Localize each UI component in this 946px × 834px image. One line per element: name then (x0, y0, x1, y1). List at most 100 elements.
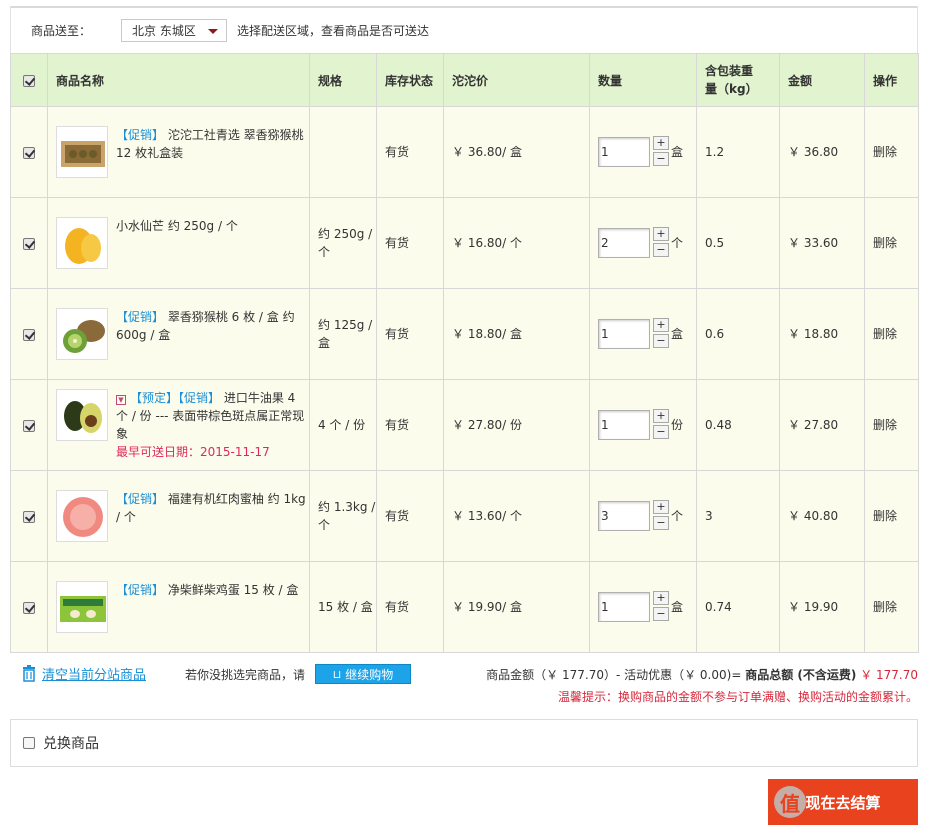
quantity-input[interactable]: 3 (598, 501, 650, 531)
qty-cell: 3 + − 个 (589, 470, 697, 562)
qty-unit: 个 (671, 236, 684, 250)
promo-tag: 【促销】 (116, 128, 165, 142)
price-cell: ￥ 27.80/ 份 (443, 379, 590, 471)
product-cell: ▼ 【预定】【促销】 进口牛油果 4 个 / 份 --- 表面带棕色斑点属正常现象… (47, 379, 310, 471)
quantity-input[interactable]: 2 (598, 228, 650, 258)
qty-decrease-button[interactable]: − (653, 334, 669, 348)
table-row: 【促销】 沱沱工社青选 翠香猕猴桃 12 枚礼盒装 有货 ￥ 36.80/ 盒 1 + −… (10, 106, 919, 198)
spec-cell: 4 个 / 份 (309, 379, 377, 471)
row-checkbox[interactable] (23, 328, 35, 341)
qty-decrease-button[interactable]: − (653, 516, 669, 530)
kiwi-icon[interactable] (56, 308, 108, 360)
row-check-cell (10, 106, 48, 198)
cart-footer: 清空当前分站商品 若你没挑选完商品，请 ⊔ 继续购物 商品金额（￥ 177.70… (10, 660, 918, 704)
qty-decrease-button[interactable]: − (653, 152, 669, 166)
qty-decrease-button[interactable]: − (653, 425, 669, 439)
dropdown-toggle-icon[interactable]: ▼ (116, 395, 126, 405)
product-name[interactable]: 【促销】 翠香猕猴桃 6 枚 / 盒 约 600g / 盒 (116, 308, 309, 344)
amount-cell: ￥ 18.80 (779, 288, 865, 380)
continue-shopping-label: 继续购物 (345, 667, 394, 682)
avocado-icon[interactable] (56, 389, 108, 441)
quantity-input[interactable]: 1 (598, 410, 650, 440)
totals-label: 商品总额 (不含运费) (745, 668, 857, 682)
quantity-input[interactable]: 1 (598, 137, 650, 167)
product-title[interactable]: 净柴鲜柴鸡蛋 15 枚 / 盒 (168, 583, 299, 597)
row-checkbox[interactable] (23, 419, 35, 432)
product-cell: 【促销】 沱沱工社青选 翠香猕猴桃 12 枚礼盒装 (47, 106, 310, 198)
price-cell: ￥ 16.80/ 个 (443, 197, 590, 289)
qty-increase-button[interactable]: + (653, 227, 669, 241)
continue-hint: 若你没挑选完商品，请 (185, 668, 306, 682)
qty-cell: 1 + − 份 (589, 379, 697, 471)
row-check-cell (10, 379, 48, 471)
weight-cell: 1.2 (696, 106, 780, 198)
stock-cell: 有货 (376, 470, 444, 562)
row-checkbox[interactable] (23, 510, 35, 523)
table-header-row: 商品名称 规格 库存状态 沱沱价 数量 含包装重量（kg） 金额 操作 (10, 53, 919, 107)
delete-action[interactable]: 删除 (864, 106, 919, 198)
delete-action[interactable]: 删除 (864, 288, 919, 380)
product-name[interactable]: 【促销】 沱沱工社青选 翠香猕猴桃 12 枚礼盒装 (116, 126, 309, 162)
region-select[interactable]: 北京 东城区 (121, 19, 227, 42)
qty-increase-button[interactable]: + (653, 591, 669, 605)
continue-shopping-button[interactable]: ⊔ 继续购物 (315, 664, 411, 684)
stock-cell: 有货 (376, 197, 444, 289)
col-header-stock: 库存状态 (376, 53, 444, 107)
promo-tag: 【促销】 (116, 310, 165, 324)
egg-box-icon[interactable] (56, 581, 108, 633)
table-row: 小水仙芒 约 250g / 个 约 250g / 个有货 ￥ 16.80/ 个 2 + −… (10, 197, 919, 289)
row-checkbox[interactable] (23, 601, 35, 614)
select-all-checkbox[interactable] (23, 74, 35, 87)
product-title[interactable]: 小水仙芒 约 250g / 个 (116, 219, 238, 233)
product-name[interactable]: 【促销】 福建有机红肉蜜柚 约 1kg / 个 (116, 490, 309, 526)
row-checkbox[interactable] (23, 146, 35, 159)
product-name[interactable]: 小水仙芒 约 250g / 个 (116, 217, 238, 235)
product-cell: 小水仙芒 约 250g / 个 (47, 197, 310, 289)
spec-cell: 15 枚 / 盒 (309, 561, 377, 653)
promo-tag: 【预定】 (130, 391, 179, 405)
cart-panel: 商品送至： 北京 东城区 选择配送区域，查看商品是否可送达 商品名称 规格 库存… (10, 6, 919, 653)
spec-cell: 约 1.3kg / 个 (309, 470, 377, 562)
qty-decrease-button[interactable]: − (653, 243, 669, 257)
row-checkbox[interactable] (23, 237, 35, 250)
qty-increase-button[interactable]: + (653, 318, 669, 332)
amount-cell: ￥ 19.90 (779, 561, 865, 653)
col-header-qty: 数量 (589, 53, 697, 107)
delete-action[interactable]: 删除 (864, 379, 919, 471)
earliest-delivery-date: 最早可送日期：2015-11-17 (116, 445, 270, 459)
amount-cell: ￥ 36.80 (779, 106, 865, 198)
spec-cell: 约 125g / 盒 (309, 288, 377, 380)
shipping-label: 商品送至： (31, 24, 92, 38)
exchange-checkbox[interactable] (23, 737, 35, 749)
col-header-spec: 规格 (309, 53, 377, 107)
exchange-section[interactable]: 兑换商品 (10, 719, 918, 767)
quantity-input[interactable]: 1 (598, 592, 650, 622)
col-header-name: 商品名称 (47, 53, 310, 107)
weight-cell: 3 (696, 470, 780, 562)
qty-decrease-button[interactable]: − (653, 607, 669, 621)
delete-action[interactable]: 删除 (864, 470, 919, 562)
totals-amount: ￥ 177.70 (860, 668, 918, 682)
qty-increase-button[interactable]: + (653, 500, 669, 514)
product-name[interactable]: 【促销】 净柴鲜柴鸡蛋 15 枚 / 盒 (116, 581, 298, 599)
pomelo-icon[interactable] (56, 490, 108, 542)
qty-cell: 1 + − 盒 (589, 561, 697, 653)
product-cell: 【促销】 翠香猕猴桃 6 枚 / 盒 约 600g / 盒 (47, 288, 310, 380)
spec-cell: 约 250g / 个 (309, 197, 377, 289)
kiwi-gift-box-icon[interactable] (56, 126, 108, 178)
quantity-input[interactable]: 1 (598, 319, 650, 349)
delete-action[interactable]: 删除 (864, 561, 919, 653)
clear-cart-link[interactable]: 清空当前分站商品 (22, 664, 146, 683)
clear-cart-label: 清空当前分站商品 (42, 668, 147, 683)
table-row: 【促销】 翠香猕猴桃 6 枚 / 盒 约 600g / 盒约 125g / 盒有… (10, 288, 919, 380)
delete-action[interactable]: 删除 (864, 197, 919, 289)
table-row: ▼ 【预定】【促销】 进口牛油果 4 个 / 份 --- 表面带棕色斑点属正常现象… (10, 379, 919, 471)
qty-increase-button[interactable]: + (653, 409, 669, 423)
table-row: 【促销】 福建有机红肉蜜柚 约 1kg / 个约 1.3kg / 个有货 ￥ 13… (10, 470, 919, 562)
qty-increase-button[interactable]: + (653, 136, 669, 150)
mango-icon[interactable] (56, 217, 108, 269)
watermark-logo: 值 (774, 786, 806, 818)
stock-cell: 有货 (376, 288, 444, 380)
warm-tip: 温馨提示：换购商品的金额不参与订单满赠、换购活动的金额累计。 (557, 690, 918, 704)
product-name[interactable]: ▼ 【预定】【促销】 进口牛油果 4 个 / 份 --- 表面带棕色斑点属正常现象… (116, 389, 309, 461)
